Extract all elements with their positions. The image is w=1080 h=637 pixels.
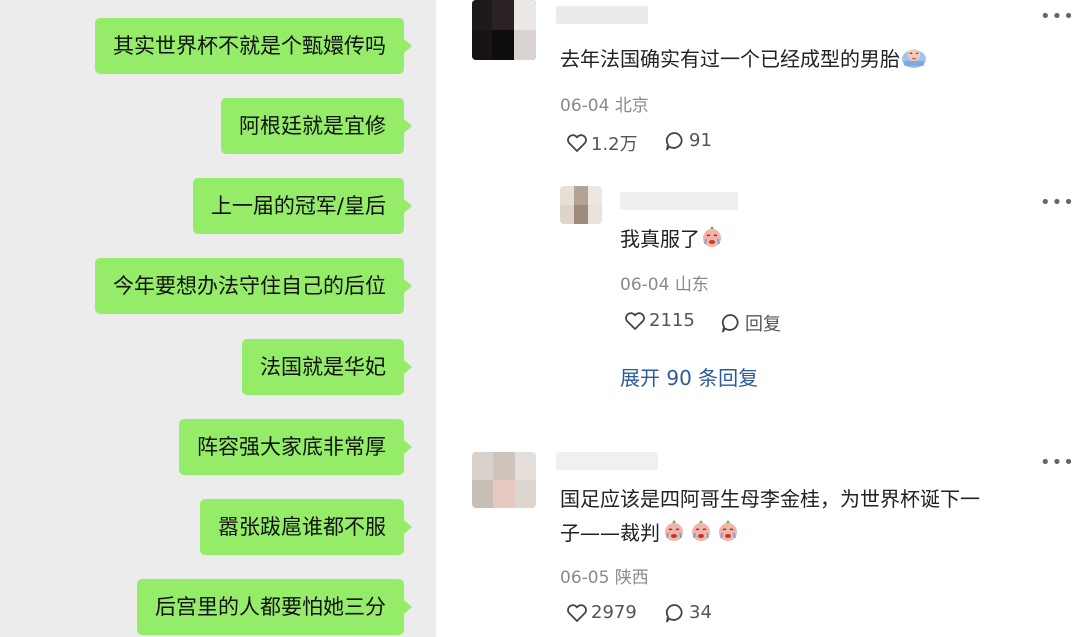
comment-button[interactable]: 91 [664, 130, 712, 151]
username-blurred[interactable] [556, 6, 648, 24]
user-avatar[interactable] [472, 0, 536, 60]
comment-bubble-icon [664, 131, 689, 151]
chat-bubble-text: 后宫里的人都要怕她三分 [155, 595, 386, 619]
chat-bubble-text: 法国就是华妃 [260, 355, 386, 379]
comment-text-line: 子——裁判 [560, 521, 660, 545]
comment-text: 子——裁判 [560, 516, 741, 553]
comment-count: 91 [689, 130, 712, 151]
chat-bubble-text: 其实世界杯不就是个甄嬛传吗 [113, 34, 386, 58]
comment-text-line: 国足应该是四阿哥生母李金桂，为世界杯诞下一 [560, 487, 980, 511]
chat-bubble[interactable]: 上一届的冠军/皇后 [192, 178, 413, 234]
reply-button[interactable]: 回复 [720, 310, 781, 336]
comment-bubble-icon [720, 313, 745, 333]
comment-meta: 06-04 北京 [560, 91, 649, 116]
comment-text: 去年法国确实有过一个已经成型的男胎 [560, 42, 927, 79]
reply-date: 06-04 [620, 275, 670, 295]
comment-count: 34 [689, 602, 712, 623]
chat-bubble[interactable]: 今年要想办法守住自己的后位 [95, 258, 412, 314]
username-blurred[interactable] [620, 192, 738, 210]
comment-location: 北京 [614, 96, 649, 116]
expand-replies-link[interactable]: 展开 90 条回复 [620, 362, 758, 391]
chat-bubble-text: 上一届的冠军/皇后 [210, 194, 386, 218]
chat-panel: 其实世界杯不就是个甄嬛传吗 阿根廷就是宜修 上一届的冠军/皇后 今年要想办法守住… [0, 0, 436, 637]
chat-bubble-text: 阵容强大家底非常厚 [197, 435, 386, 459]
comment-button[interactable]: 34 [664, 602, 712, 623]
comment-date: 06-04 [560, 96, 610, 116]
comment-text-content: 去年法国确实有过一个已经成型的男胎 [560, 47, 900, 71]
like-count: 1.2万 [591, 134, 638, 155]
like-button[interactable]: 1.2万 [566, 130, 638, 156]
heart-icon [566, 133, 591, 153]
chat-bubble-text: 嚣张跋扈谁都不服 [218, 515, 386, 539]
chat-bubble[interactable]: 阿根廷就是宜修 [221, 98, 412, 154]
user-avatar[interactable] [472, 452, 536, 508]
chat-bubble[interactable]: 后宫里的人都要怕她三分 [137, 579, 412, 635]
crying-emoji-icon [701, 225, 723, 259]
comment-date: 06-05 [560, 568, 610, 588]
comment-text: 国足应该是四阿哥生母李金桂，为世界杯诞下一 [560, 482, 980, 516]
like-count: 2979 [591, 602, 637, 623]
crying-emoji-icon [661, 519, 687, 553]
chat-bubble-text: 今年要想办法守住自己的后位 [113, 274, 386, 298]
reply-location: 山东 [674, 275, 709, 295]
comment-location: 陕西 [614, 568, 649, 588]
chat-bubble[interactable]: 阵容强大家底非常厚 [179, 419, 412, 475]
crying-emoji-icon [688, 519, 714, 553]
chat-bubble-text: 阿根廷就是宜修 [239, 114, 386, 138]
reply-like-button[interactable]: 2115 [624, 310, 695, 331]
user-avatar[interactable] [560, 186, 602, 224]
comment-meta: 06-05 陕西 [560, 563, 649, 588]
username-blurred[interactable] [556, 452, 658, 470]
crying-emoji-icon [715, 519, 741, 553]
reply-meta: 06-04 山东 [620, 270, 709, 295]
chat-bubble[interactable]: 嚣张跋扈谁都不服 [200, 499, 412, 555]
chat-bubble[interactable]: 法国就是华妃 [242, 339, 412, 395]
more-options-icon[interactable]: ••• [1040, 454, 1075, 472]
more-options-icon[interactable]: ••• [1040, 194, 1075, 212]
like-button[interactable]: 2979 [566, 602, 637, 623]
reply-text: 我真服了 [620, 222, 723, 259]
crying-baby-emoji-icon [901, 45, 927, 79]
comments-panel: ••• 去年法国确实有过一个已经成型的男胎 06-04 北京 1.2万 91 •… [436, 0, 1080, 637]
chat-bubble[interactable]: 其实世界杯不就是个甄嬛传吗 [95, 18, 412, 74]
more-options-icon[interactable]: ••• [1040, 8, 1075, 26]
heart-icon [624, 311, 649, 331]
reply-text-content: 我真服了 [620, 227, 700, 251]
reply-label: 回复 [745, 314, 781, 335]
like-count: 2115 [649, 310, 695, 331]
heart-icon [566, 603, 591, 623]
comment-bubble-icon [664, 603, 689, 623]
